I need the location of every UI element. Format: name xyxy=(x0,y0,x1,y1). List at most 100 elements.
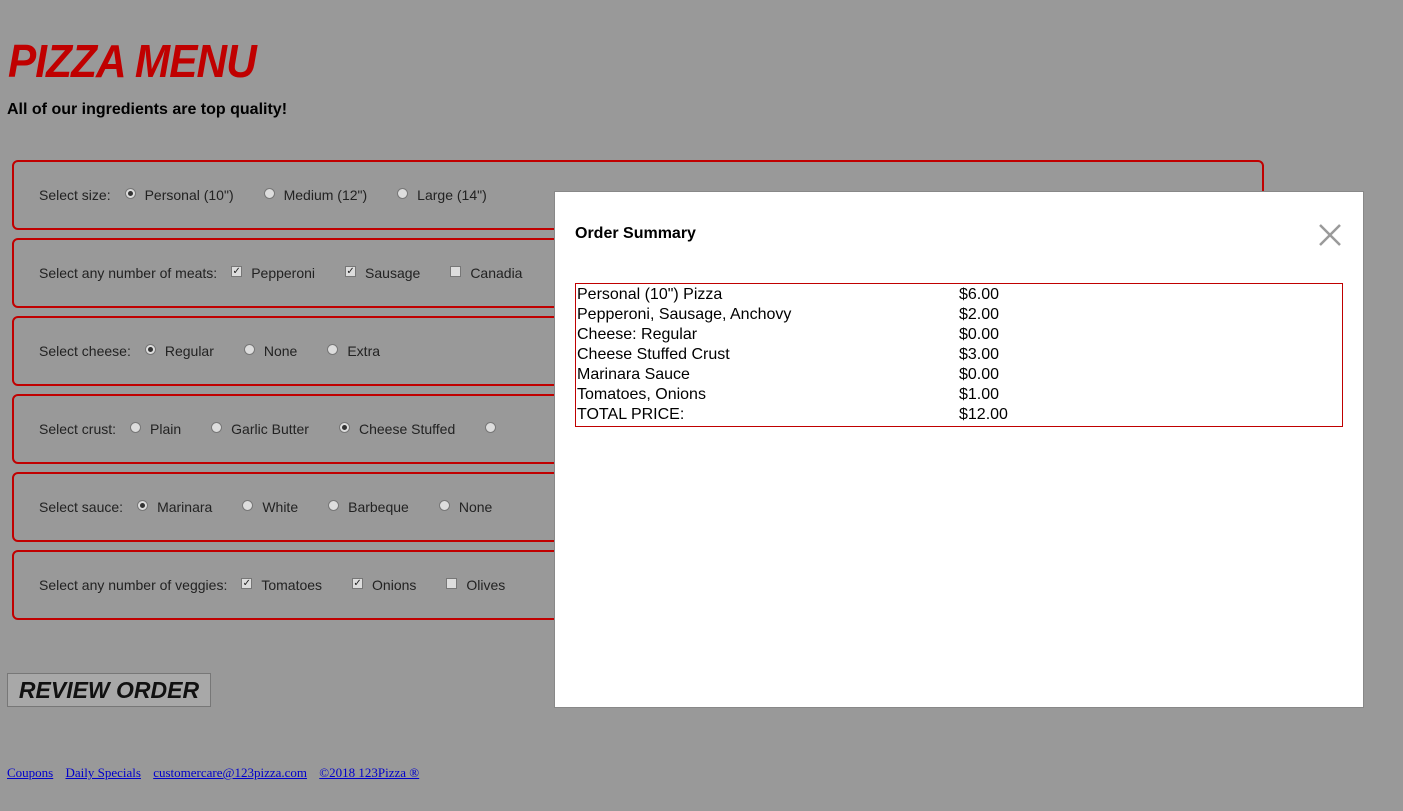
modal-title: Order Summary xyxy=(575,225,696,242)
option-label: Canadia xyxy=(470,265,523,281)
option-row: Select cheese: Regular None Extra xyxy=(39,318,410,384)
checkbox[interactable]: ✓ xyxy=(241,577,253,589)
radio-button[interactable] xyxy=(144,343,156,355)
summary-row: Tomatoes, Onions $1.00 xyxy=(577,385,1341,405)
checkbox[interactable] xyxy=(450,265,462,277)
radio-option[interactable]: None xyxy=(438,499,493,515)
section-label: Select size: xyxy=(39,187,111,203)
footer-link-daily-specials[interactable]: Daily Specials xyxy=(65,765,140,780)
option-label: None xyxy=(458,499,493,515)
close-icon[interactable] xyxy=(1317,222,1343,248)
page-title: PIZZA MENU xyxy=(8,35,257,87)
radio-button[interactable] xyxy=(328,499,340,511)
radio-option[interactable]: Plain xyxy=(130,421,181,437)
summary-price: $2.00 xyxy=(959,306,1000,323)
summary-item: Cheese: Regular xyxy=(577,326,698,343)
option-row: Select crust: Plain Garlic Butter Cheese St… xyxy=(39,396,535,462)
summary-row: Cheese Stuffed Crust $3.00 xyxy=(577,345,1341,365)
review-order-button[interactable]: REVIEW ORDER xyxy=(7,673,211,707)
radio-button[interactable] xyxy=(211,421,223,433)
radio-option[interactable]: Large (14") xyxy=(397,187,487,203)
radio-option[interactable]: Medium (12") xyxy=(263,187,368,203)
option-label: Plain xyxy=(150,421,182,437)
checkbox-option[interactable]: Olives xyxy=(446,577,505,593)
section-label: Select sauce: xyxy=(39,499,124,515)
checkbox-option[interactable]: Canadia xyxy=(450,265,522,281)
summary-item: Cheese Stuffed Crust xyxy=(577,346,730,363)
summary-price: $12.00 xyxy=(959,406,1008,423)
option-row: Select any number of veggies: ✓ Tomatoes ✓ O… xyxy=(39,552,535,618)
footer-links: Coupons Daily Specials customercare@123p… xyxy=(7,765,428,781)
option-label: Medium (12") xyxy=(283,187,368,203)
radio-button[interactable] xyxy=(243,343,255,355)
checkbox-option[interactable]: ✓ Sausage xyxy=(345,265,420,281)
radio-option[interactable] xyxy=(485,421,505,435)
option-label: Sausage xyxy=(365,265,421,281)
radio-option[interactable]: White xyxy=(242,499,298,515)
option-label: Extra xyxy=(347,343,381,359)
page-subtitle: All of our ingredients are top quality! xyxy=(7,101,288,118)
option-label: Olives xyxy=(466,577,506,593)
section-label: Select cheese: xyxy=(39,343,131,359)
checkbox-option[interactable]: ✓ Pepperoni xyxy=(231,265,315,281)
radio-button[interactable] xyxy=(338,421,350,433)
option-label: Large (14") xyxy=(417,187,487,203)
summary-item: Personal (10") Pizza xyxy=(577,286,723,303)
order-summary-table: Personal (10") Pizza $6.00 Pepperoni, Saus… xyxy=(575,283,1343,427)
section-label: Select crust: xyxy=(39,421,117,437)
checkbox[interactable]: ✓ xyxy=(352,577,364,589)
summary-price: $6.00 xyxy=(959,286,1000,303)
radio-option[interactable]: None xyxy=(243,343,297,359)
summary-price: $1.00 xyxy=(959,386,1000,403)
radio-option[interactable]: Barbeque xyxy=(328,499,409,515)
footer-link-copyright[interactable]: ©2018 123Pizza ® xyxy=(319,765,419,780)
radio-option[interactable]: Extra xyxy=(327,343,380,359)
radio-button[interactable] xyxy=(124,187,136,199)
summary-price: $3.00 xyxy=(959,346,1000,363)
option-label: Tomatoes xyxy=(261,577,323,593)
option-row: Select size: Personal (10") Medium (12") La… xyxy=(39,162,517,228)
summary-row: TOTAL PRICE: $12.00 xyxy=(577,405,1341,425)
radio-option[interactable]: Cheese Stuffed xyxy=(338,421,456,437)
radio-button[interactable] xyxy=(242,499,254,511)
order-summary-modal: Order Summary Personal (10") Pizza $6.00 P… xyxy=(554,191,1364,708)
checkbox[interactable]: ✓ xyxy=(231,265,243,277)
radio-option[interactable]: Marinara xyxy=(137,499,212,515)
radio-button[interactable] xyxy=(485,421,497,433)
radio-button[interactable] xyxy=(263,187,275,199)
section-label: Select any number of veggies: xyxy=(39,577,228,593)
radio-button[interactable] xyxy=(327,343,339,355)
option-label: Marinara xyxy=(157,499,213,515)
option-label: Pepperoni xyxy=(251,265,316,281)
summary-price: $0.00 xyxy=(959,326,1000,343)
checkbox-option[interactable]: ✓ Tomatoes xyxy=(241,577,322,593)
summary-item: Pepperoni, Sausage, Anchovy xyxy=(577,306,792,323)
summary-item: Tomatoes, Onions xyxy=(577,386,706,403)
option-row: Select sauce: Marinara White Barbeque None xyxy=(39,474,522,540)
option-label: Barbeque xyxy=(348,499,409,515)
section-label: Select any number of meats: xyxy=(39,265,218,281)
summary-row: Cheese: Regular $0.00 xyxy=(577,325,1341,345)
summary-row: Personal (10") Pizza $6.00 xyxy=(577,285,1341,305)
option-label: Cheese Stuffed xyxy=(358,421,456,437)
summary-item: Marinara Sauce xyxy=(577,366,690,383)
pizza-menu-page: PIZZA MENU All of our ingredients are to… xyxy=(0,0,1403,811)
radio-option[interactable]: Garlic Butter xyxy=(211,421,309,437)
option-label: White xyxy=(262,499,299,515)
option-label: Regular xyxy=(164,343,214,359)
option-row: Select any number of meats: ✓ Pepperoni ✓ Sa… xyxy=(39,240,552,306)
option-label: Garlic Butter xyxy=(231,421,309,437)
footer-link-coupons[interactable]: Coupons xyxy=(7,765,53,780)
checkbox-option[interactable]: ✓ Onions xyxy=(352,577,416,593)
footer-link-email[interactable]: customercare@123pizza.com xyxy=(153,765,307,780)
checkbox[interactable]: ✓ xyxy=(345,265,357,277)
radio-button[interactable] xyxy=(397,187,409,199)
radio-button[interactable] xyxy=(137,499,149,511)
checkbox[interactable] xyxy=(446,577,458,589)
radio-option[interactable]: Regular xyxy=(144,343,214,359)
radio-button[interactable] xyxy=(438,499,450,511)
radio-button[interactable] xyxy=(130,421,142,433)
summary-price: $0.00 xyxy=(959,366,1000,383)
radio-option[interactable]: Personal (10") xyxy=(124,187,234,203)
option-label: Personal (10") xyxy=(144,187,234,203)
